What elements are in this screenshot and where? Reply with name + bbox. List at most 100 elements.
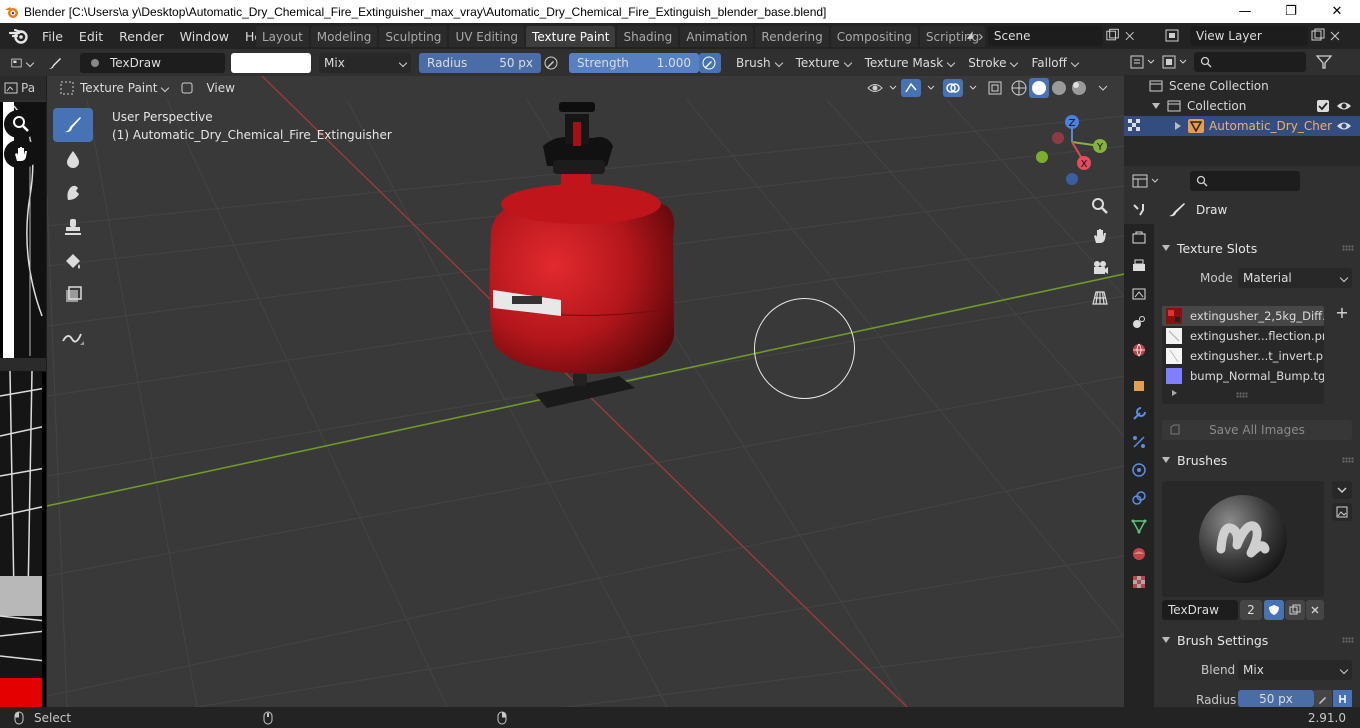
tool-fill[interactable] xyxy=(53,244,93,278)
navigation-gizmo[interactable]: Z Y X xyxy=(1030,110,1126,190)
tab-tool[interactable] xyxy=(1124,196,1154,224)
tab-modeling[interactable]: Modeling xyxy=(310,26,378,47)
list-item[interactable]: bump_Normal_Bump.tga xyxy=(1162,366,1324,386)
mode-select[interactable]: Material xyxy=(1238,268,1352,288)
list-item[interactable]: extingusher...flection.png xyxy=(1162,326,1324,346)
outliner-search-input[interactable] xyxy=(1194,52,1306,72)
texture-mask-menu[interactable]: Texture Mask xyxy=(859,52,960,73)
xray-toggle-icon[interactable] xyxy=(985,78,1007,98)
tool-draw[interactable] xyxy=(53,108,93,142)
drag-handle-icon[interactable] xyxy=(1342,457,1354,463)
strength-slider[interactable]: Strength 1.000 xyxy=(569,52,699,73)
blender-logo-icon[interactable] xyxy=(8,27,30,45)
tab-texture[interactable] xyxy=(1124,568,1154,596)
outliner-row-collection[interactable]: Collection xyxy=(1124,96,1360,116)
scene-icon[interactable] xyxy=(963,27,988,45)
collection-expand-icon[interactable] xyxy=(1152,103,1160,109)
minimize-button[interactable]: — xyxy=(1222,0,1268,23)
outliner-row-scene-collection[interactable]: Scene Collection xyxy=(1124,76,1360,96)
tab-texture-paint[interactable]: Texture Paint xyxy=(526,26,616,47)
radius-unit-toggle[interactable] xyxy=(1333,690,1352,707)
texture-menu[interactable]: Texture xyxy=(790,52,856,73)
menu-edit[interactable]: Edit xyxy=(71,25,111,47)
eye-icon[interactable] xyxy=(1336,119,1352,133)
close-button[interactable]: ✕ xyxy=(1314,0,1360,23)
filter-icon[interactable] xyxy=(1312,52,1336,72)
brush-color-swatch[interactable] xyxy=(231,52,311,73)
tab-render[interactable] xyxy=(1124,224,1154,252)
zoom-view-button[interactable] xyxy=(4,110,38,138)
radius-slider[interactable]: Radius 50 px xyxy=(419,52,541,73)
active-tool-icon[interactable] xyxy=(42,52,70,73)
duplicate-brush-button[interactable] xyxy=(1285,600,1305,620)
brush-preview[interactable] xyxy=(1162,481,1324,597)
menu-file[interactable]: File xyxy=(34,25,71,47)
gizmo-toggle-icon[interactable] xyxy=(901,78,941,98)
scene-name-field[interactable]: Scene xyxy=(987,26,1104,46)
maximize-button[interactable]: ❐ xyxy=(1268,0,1314,23)
brush-menu[interactable]: Brush xyxy=(731,52,787,73)
unlink-brush-button[interactable] xyxy=(1306,600,1324,620)
list-item[interactable]: extingusher_2,5kg_Diff... xyxy=(1162,306,1324,326)
shading-mode-icons[interactable] xyxy=(1009,78,1093,98)
new-scene-icon[interactable] xyxy=(1103,27,1122,45)
tool-smear[interactable] xyxy=(53,176,93,210)
tab-layout[interactable]: Layout xyxy=(256,26,309,47)
viewport-perspective-toggle[interactable] xyxy=(1086,284,1114,312)
overlays-toggle-icon[interactable] xyxy=(943,78,983,98)
remove-view-layer-icon[interactable] xyxy=(1328,27,1344,45)
tab-uv-editing[interactable]: UV Editing xyxy=(449,26,525,47)
brush-datablock-name[interactable]: TexDraw xyxy=(1162,600,1238,620)
fake-user-button[interactable] xyxy=(1264,600,1284,620)
tab-material[interactable] xyxy=(1124,540,1154,568)
menu-render[interactable]: Render xyxy=(111,25,172,47)
tab-object[interactable] xyxy=(1124,372,1154,400)
tool-annotate[interactable] xyxy=(53,320,93,354)
visibility-icon[interactable] xyxy=(865,78,899,98)
list-resize-handle[interactable] xyxy=(1236,392,1248,398)
remove-scene-icon[interactable] xyxy=(1123,27,1138,45)
viewport-camera-button[interactable] xyxy=(1086,254,1114,282)
blend-select[interactable]: Mix xyxy=(1238,660,1352,680)
blend-mode-select[interactable]: Mix xyxy=(319,52,411,73)
menu-window[interactable]: Window xyxy=(172,25,237,47)
tab-particles[interactable] xyxy=(1124,428,1154,456)
display-mode-icon[interactable] xyxy=(1160,52,1192,72)
image-editor-type-icon[interactable] xyxy=(4,81,18,95)
outliner-row-object[interactable]: Automatic_Dry_Cher xyxy=(1124,116,1360,136)
image-editor-strip[interactable]: Pa xyxy=(0,76,46,707)
object-expand-icon[interactable] xyxy=(1175,122,1181,130)
tab-data[interactable] xyxy=(1124,512,1154,540)
view-layer-name-field[interactable]: View Layer xyxy=(1190,26,1308,46)
tab-animation[interactable]: Animation xyxy=(680,26,754,47)
tab-shading[interactable]: Shading xyxy=(617,26,679,47)
tab-view-layer[interactable] xyxy=(1124,280,1154,308)
brush-users-count[interactable]: 2 xyxy=(1240,600,1262,620)
viewport-zoom-button[interactable] xyxy=(1086,192,1114,220)
view-layer-icon[interactable] xyxy=(1162,27,1190,45)
tab-output[interactable] xyxy=(1124,252,1154,280)
tool-mask[interactable] xyxy=(53,278,93,312)
eye-icon[interactable] xyxy=(1336,99,1352,113)
checkbox-checked-icon[interactable] xyxy=(1316,99,1330,113)
outliner-editor-type-icon[interactable] xyxy=(1128,52,1160,72)
texture-slots-header[interactable]: Texture Slots xyxy=(1154,236,1360,260)
radius-pressure-button[interactable] xyxy=(541,52,561,73)
list-expand-icon[interactable] xyxy=(1172,390,1177,396)
editor-type-menu[interactable] xyxy=(6,52,38,73)
brush-name-field[interactable]: TexDraw xyxy=(80,52,225,73)
mask-toggle-button[interactable] xyxy=(177,78,198,98)
add-texture-slot-button[interactable]: + xyxy=(1334,305,1350,322)
tool-soften[interactable] xyxy=(53,142,93,176)
drag-handle-icon[interactable] xyxy=(1342,245,1354,251)
new-view-layer-icon[interactable] xyxy=(1308,27,1328,45)
interaction-mode-select[interactable]: Texture Paint xyxy=(55,78,174,98)
tab-world[interactable] xyxy=(1124,336,1154,364)
tool-clone[interactable] xyxy=(53,210,93,244)
3d-viewport[interactable] xyxy=(46,75,1125,708)
brush-menu-button[interactable] xyxy=(1332,481,1352,499)
tab-constraints[interactable] xyxy=(1124,484,1154,512)
properties-editor-type-icon[interactable] xyxy=(1130,171,1164,191)
radius-pressure-toggle[interactable] xyxy=(1314,690,1332,707)
properties-search-input[interactable] xyxy=(1190,171,1300,191)
